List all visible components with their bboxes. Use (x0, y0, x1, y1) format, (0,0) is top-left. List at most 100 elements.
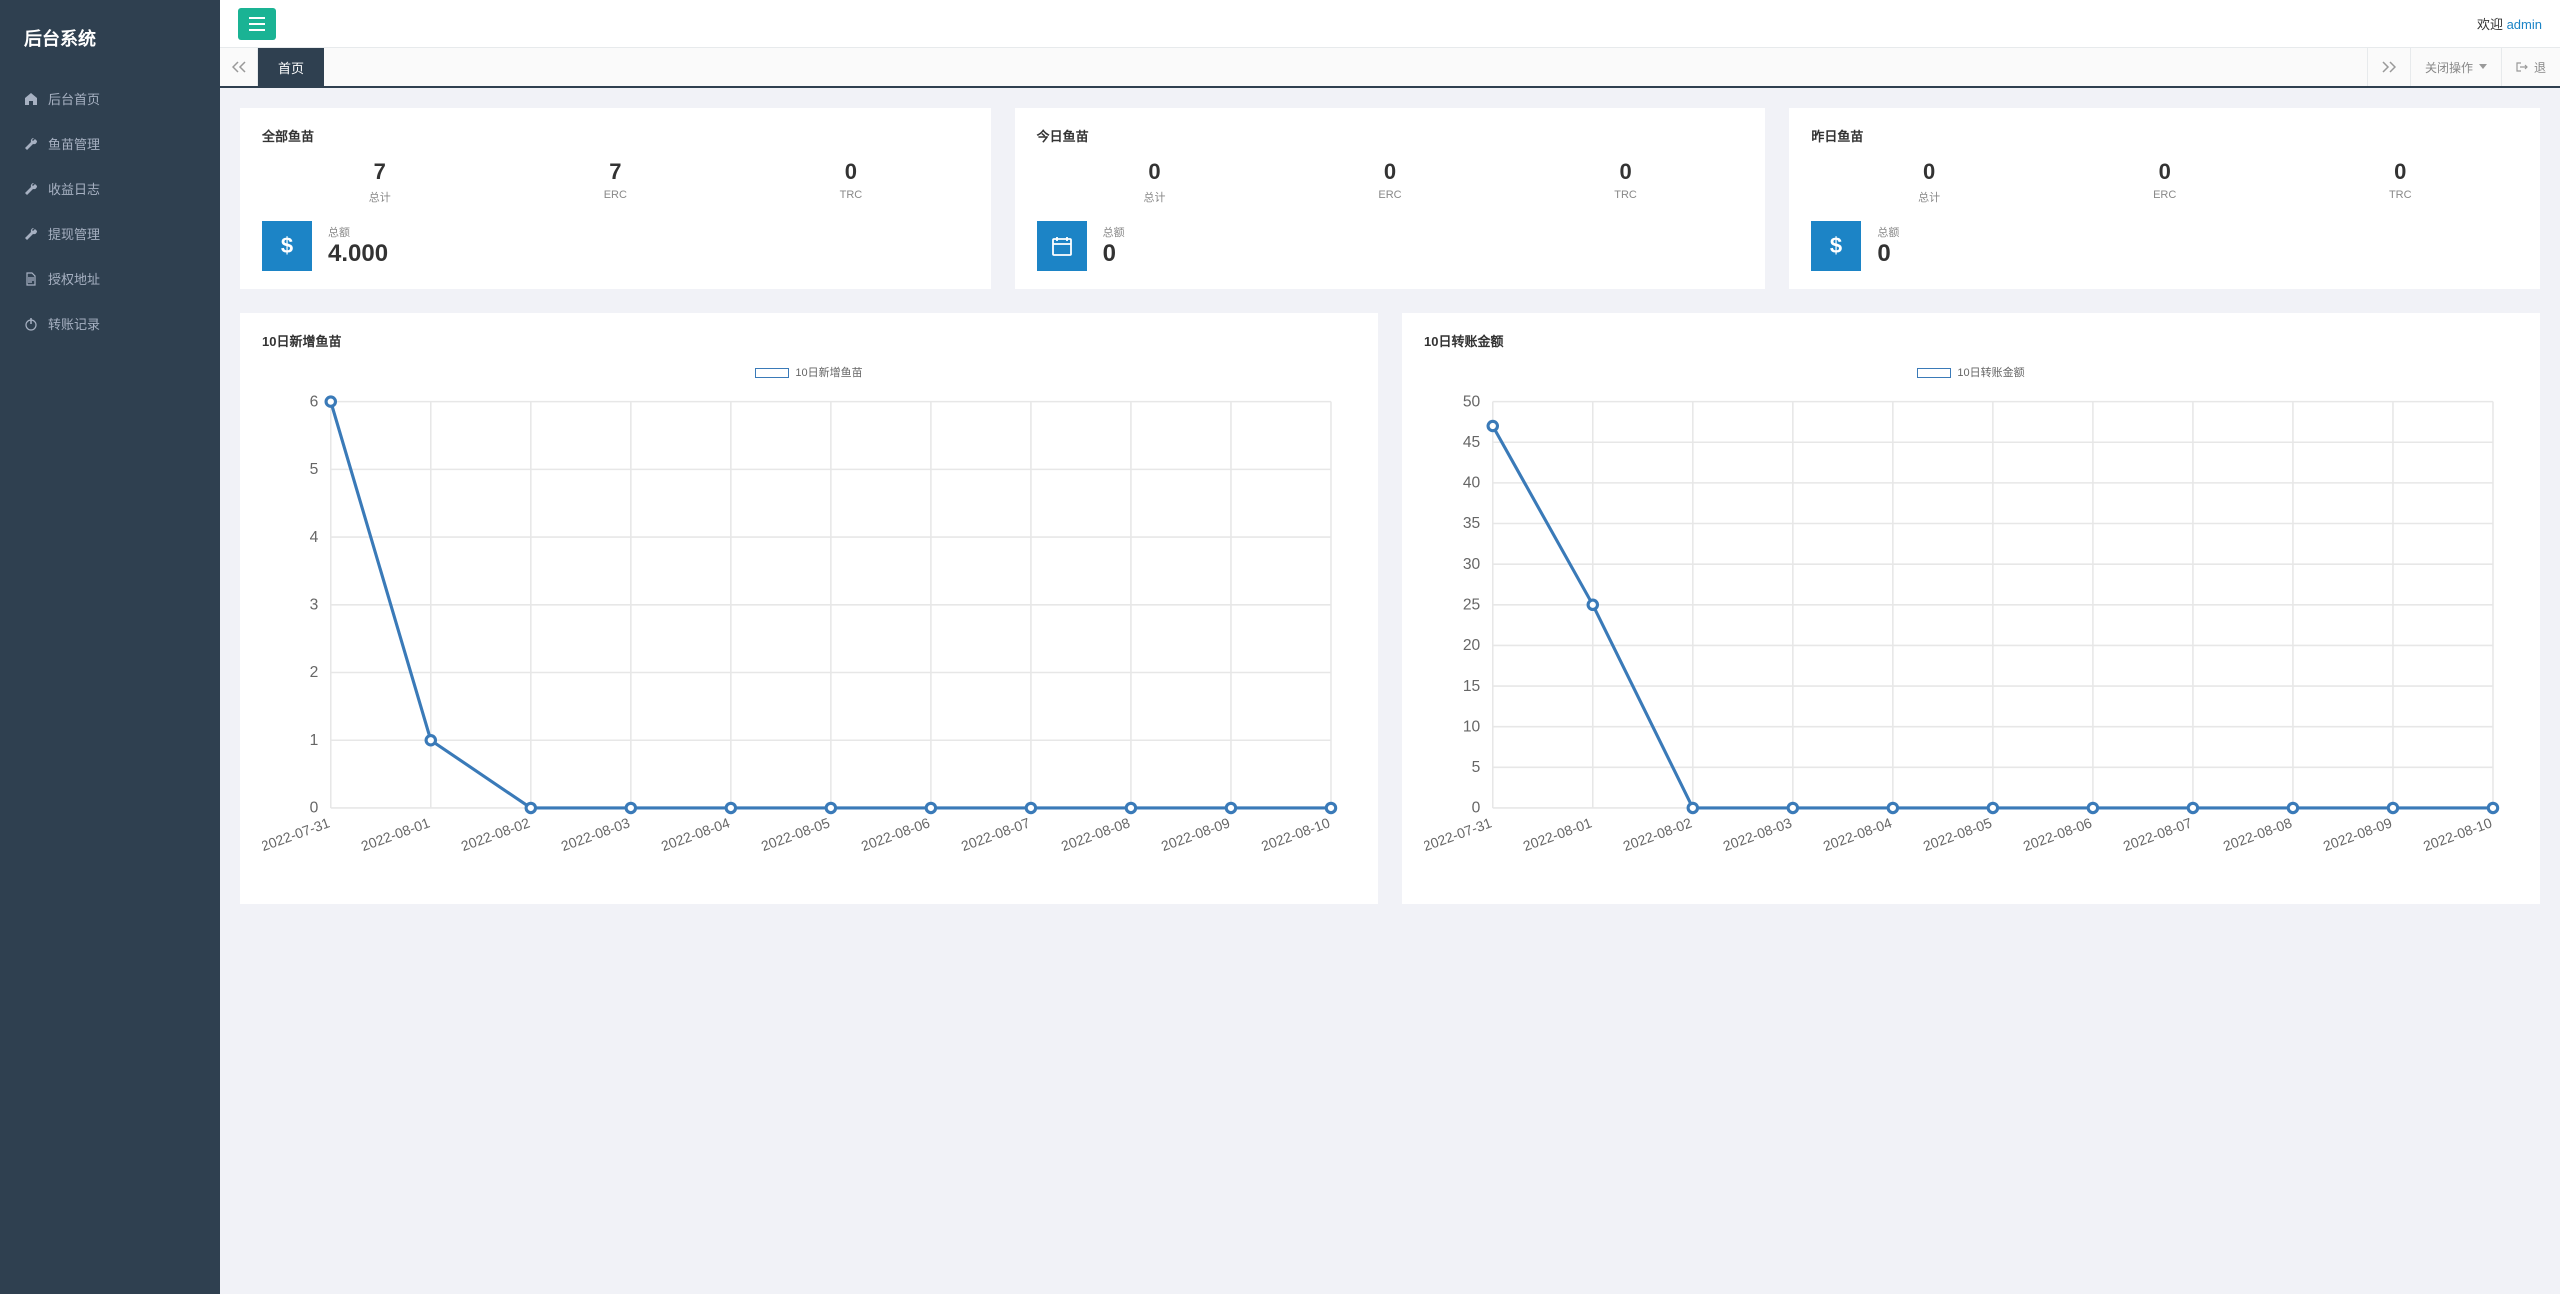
legend-swatch (755, 368, 789, 378)
welcome-user[interactable]: admin (2507, 17, 2542, 32)
legend-label: 10日新增鱼苗 (795, 367, 862, 379)
main-area: 欢迎 admin 首页 关闭操作 退 全部鱼苗7总计7ERC0TRC$总额4.0… (220, 0, 2560, 1294)
svg-text:10: 10 (1463, 718, 1481, 735)
stat-value: 0 (1811, 159, 2047, 185)
card-total: $ 总额0 (1811, 221, 2518, 271)
tab-exit-button[interactable]: 退 (2501, 48, 2560, 86)
chart-title: 10日转账金额 (1424, 331, 2518, 350)
stat-cards-row: 全部鱼苗7总计7ERC0TRC$总额4.000今日鱼苗0总计0ERC0TRC总额… (240, 108, 2540, 289)
tab-exit-label: 退 (2534, 59, 2546, 76)
stat-value: 0 (1272, 159, 1508, 185)
svg-text:2022-07-31: 2022-07-31 (1424, 814, 1494, 854)
svg-text:2022-08-06: 2022-08-06 (859, 814, 932, 854)
card-title: 全部鱼苗 (262, 126, 969, 145)
sidebar-item-2[interactable]: 收益日志 (0, 166, 220, 211)
card-total: $总额4.000 (262, 221, 969, 271)
sidebar-item-3[interactable]: 提现管理 (0, 211, 220, 256)
sidebar-item-4[interactable]: 授权地址 (0, 256, 220, 301)
chart-svg: 01234562022-07-312022-08-012022-08-02202… (262, 386, 1356, 886)
double-chevron-right-icon (2382, 61, 2396, 73)
tab-close-ops-button[interactable]: 关闭操作 (2410, 48, 2501, 86)
stat-0: 0总计 (1037, 159, 1273, 205)
legend-swatch (1917, 368, 1951, 378)
svg-text:2022-08-04: 2022-08-04 (1821, 814, 1894, 854)
tabs-left: 首页 (220, 48, 324, 86)
exit-icon (2516, 61, 2528, 73)
stat-value: 0 (2282, 159, 2518, 185)
svg-text:1: 1 (310, 732, 319, 749)
tabs-right: 关闭操作 退 (2367, 48, 2560, 86)
sidebar-item-label: 转账记录 (48, 314, 100, 333)
sidebar-item-1[interactable]: 鱼苗管理 (0, 121, 220, 166)
card-title: 昨日鱼苗 (1811, 126, 2518, 145)
stat-0: 0 总计 (1811, 159, 2047, 205)
total-text: 总额0 (1877, 224, 1899, 268)
sidebar-item-5[interactable]: 转账记录 (0, 301, 220, 346)
sidebar: 后台系统 后台首页鱼苗管理收益日志提现管理授权地址转账记录 (0, 0, 220, 1294)
total-value: 0 (1877, 240, 1899, 268)
svg-text:4: 4 (310, 529, 319, 546)
chart-card-1: 10日转账金额10日转账金额051015202530354045502022-0… (1402, 313, 2540, 904)
sidebar-item-label: 授权地址 (48, 269, 100, 288)
chart-card-0: 10日新增鱼苗10日新增鱼苗01234562022-07-312022-08-0… (240, 313, 1378, 904)
stat-label: ERC (2047, 189, 2283, 201)
svg-text:2022-08-10: 2022-08-10 (2421, 814, 2494, 854)
stat-label: 总计 (1811, 189, 2047, 205)
sidebar-item-label: 提现管理 (48, 224, 100, 243)
sidebar-item-label: 后台首页 (48, 89, 100, 108)
svg-text:2022-08-08: 2022-08-08 (2221, 814, 2294, 854)
svg-text:2022-08-10: 2022-08-10 (1259, 814, 1332, 854)
charts-row: 10日新增鱼苗10日新增鱼苗01234562022-07-312022-08-0… (240, 313, 2540, 904)
power-icon (24, 317, 38, 331)
svg-text:2022-08-07: 2022-08-07 (2121, 814, 2194, 854)
total-text: 总额0 (1103, 224, 1125, 268)
stat-label: 总计 (1037, 189, 1273, 205)
tab-next-button[interactable] (2367, 48, 2410, 86)
welcome-text: 欢迎 admin (2477, 14, 2542, 33)
svg-text:0: 0 (1472, 800, 1481, 817)
sidebar-menu: 后台首页鱼苗管理收益日志提现管理授权地址转账记录 (0, 76, 220, 346)
app-title: 后台系统 (0, 0, 220, 76)
stat-1: 0 ERC (1272, 159, 1508, 205)
card-title: 今日鱼苗 (1037, 126, 1744, 145)
welcome-prefix: 欢迎 (2477, 17, 2507, 32)
stat-1: 7ERC (498, 159, 734, 205)
tab-home[interactable]: 首页 (258, 48, 324, 86)
svg-text:35: 35 (1463, 515, 1481, 532)
stat-label: TRC (733, 189, 969, 201)
card-total: 总额0 (1037, 221, 1744, 271)
chart-title: 10日新增鱼苗 (262, 331, 1356, 350)
svg-text:2022-08-06: 2022-08-06 (2021, 814, 2094, 854)
svg-text:2022-08-01: 2022-08-01 (1521, 814, 1594, 854)
svg-text:2022-08-01: 2022-08-01 (359, 814, 432, 854)
svg-text:15: 15 (1463, 678, 1481, 695)
sidebar-item-0[interactable]: 后台首页 (0, 76, 220, 121)
stat-label: TRC (2282, 189, 2518, 201)
stat-card-0: 全部鱼苗7总计7ERC0TRC$总额4.000 (240, 108, 991, 289)
svg-text:2022-08-05: 2022-08-05 (1921, 814, 1994, 854)
tab-close-ops-label: 关闭操作 (2425, 59, 2473, 76)
tabbar: 首页 关闭操作 退 (220, 48, 2560, 88)
card-stats: 0总计0ERC0TRC (1037, 159, 1744, 205)
svg-text:3: 3 (310, 596, 319, 613)
total-label: 总额 (1103, 224, 1125, 240)
svg-text:40: 40 (1463, 475, 1481, 492)
svg-text:$: $ (1830, 233, 1842, 258)
hamburger-icon (249, 17, 265, 31)
tab-prev-button[interactable] (220, 48, 258, 86)
svg-text:$: $ (281, 233, 293, 258)
chart-legend: 10日新增鱼苗 (262, 364, 1356, 380)
chart-legend: 10日转账金额 (1424, 364, 2518, 380)
card-stats: 0总计0ERC0TRC (1811, 159, 2518, 205)
svg-text:2022-08-02: 2022-08-02 (1621, 814, 1694, 854)
calendar-icon (1037, 221, 1087, 271)
svg-text:6: 6 (310, 393, 319, 410)
stat-label: ERC (498, 189, 734, 201)
svg-text:2022-08-05: 2022-08-05 (759, 814, 832, 854)
total-label: 总额 (328, 224, 388, 240)
svg-text:20: 20 (1463, 637, 1481, 654)
stat-label: ERC (1272, 189, 1508, 201)
card-stats: 7总计7ERC0TRC (262, 159, 969, 205)
home-icon (24, 92, 38, 106)
menu-toggle-button[interactable] (238, 8, 276, 40)
